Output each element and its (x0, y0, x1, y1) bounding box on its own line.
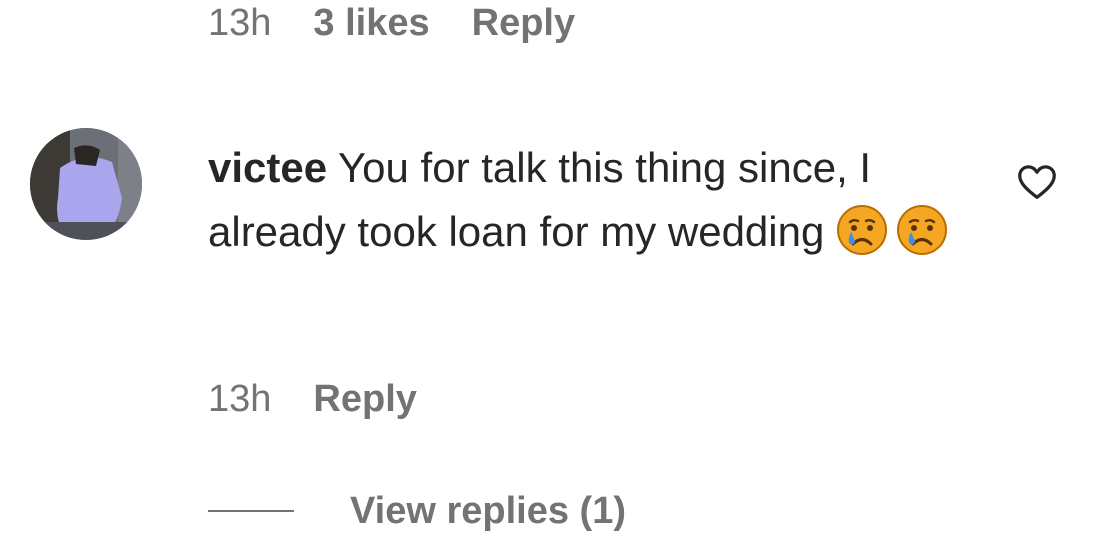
comment-thread: 13h 3 likes Reply victee You for talk th… (0, 0, 1120, 560)
comment-reply-button[interactable]: Reply (313, 380, 416, 418)
comment-time: 13h (208, 378, 272, 420)
like-heart-icon[interactable] (1014, 158, 1060, 204)
avatar[interactable] (30, 128, 142, 240)
comment-meta: 13h Reply (208, 380, 417, 418)
previous-comment-likes[interactable]: 3 likes (313, 4, 429, 42)
previous-comment-time: 13h (208, 2, 272, 44)
view-replies-button[interactable]: View replies (1) (208, 492, 626, 530)
crying-face-emoji-icon (836, 204, 888, 256)
previous-comment-reply-button[interactable]: Reply (472, 4, 575, 42)
view-replies-divider (208, 510, 294, 512)
avatar-image (30, 128, 142, 240)
crying-face-emoji-icon (896, 204, 948, 256)
view-replies-label: View replies (1) (350, 490, 626, 532)
comment-username[interactable]: victee (208, 144, 327, 191)
comment-body: victee You for talk this thing since, I … (208, 136, 978, 264)
previous-comment-meta: 13h 3 likes Reply (208, 4, 575, 42)
